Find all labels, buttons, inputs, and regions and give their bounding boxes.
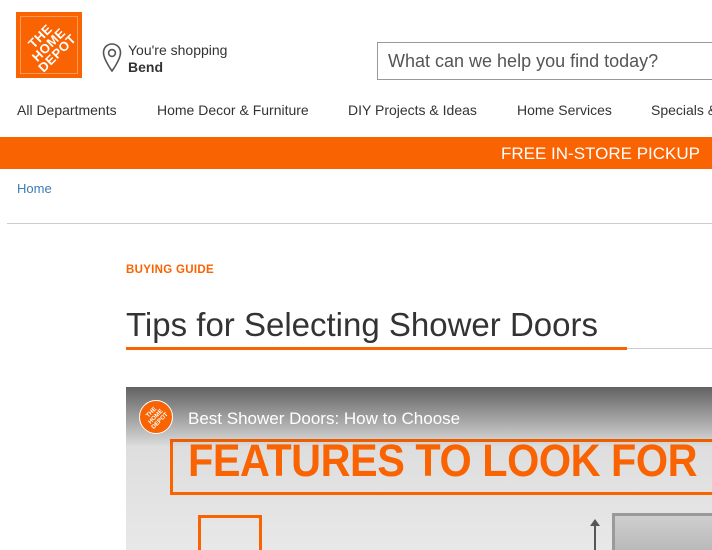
nav-specials[interactable]: Specials & — [651, 102, 712, 118]
nav-diy-projects-ideas[interactable]: DIY Projects & Ideas — [348, 102, 477, 118]
store-locator[interactable]: You're shopping Bend — [102, 42, 227, 76]
promo-banner[interactable]: FREE IN-STORE PICKUP — [0, 137, 712, 169]
video-illustration-frame — [198, 515, 262, 550]
nav-all-departments[interactable]: All Departments — [17, 102, 117, 118]
video-player[interactable]: FEATURES TO LOOK FOR THE HOME DEPOT Best… — [126, 387, 712, 550]
store-name[interactable]: Bend — [128, 59, 227, 76]
video-channel-logo[interactable]: THE HOME DEPOT — [139, 400, 173, 434]
page-title: Tips for Selecting Shower Doors — [126, 306, 598, 343]
video-title[interactable]: Best Shower Doors: How to Choose — [188, 409, 460, 429]
store-label: You're shopping — [128, 42, 228, 58]
title-underline — [126, 347, 627, 350]
search-input[interactable] — [378, 43, 712, 79]
store-text: You're shopping Bend — [128, 42, 227, 76]
home-depot-logo[interactable]: THE HOME DEPOT — [16, 12, 82, 78]
location-pin-icon — [102, 43, 122, 73]
banner-text: FREE IN-STORE PICKUP — [501, 144, 700, 163]
header-divider — [7, 223, 712, 224]
search-box[interactable] — [377, 42, 712, 80]
article-category: BUYING GUIDE — [126, 264, 214, 276]
breadcrumb-home-link[interactable]: Home — [17, 181, 52, 196]
breadcrumb: Home — [17, 181, 52, 196]
video-feature-frame-bottom — [170, 492, 712, 495]
nav-home-decor-furniture[interactable]: Home Decor & Furniture — [157, 102, 309, 118]
channel-logo-wordmark: THE HOME DEPOT — [142, 403, 169, 430]
video-illustration-rod — [594, 525, 596, 550]
video-illustration-door — [612, 513, 712, 550]
nav-home-services[interactable]: Home Services — [517, 102, 612, 118]
